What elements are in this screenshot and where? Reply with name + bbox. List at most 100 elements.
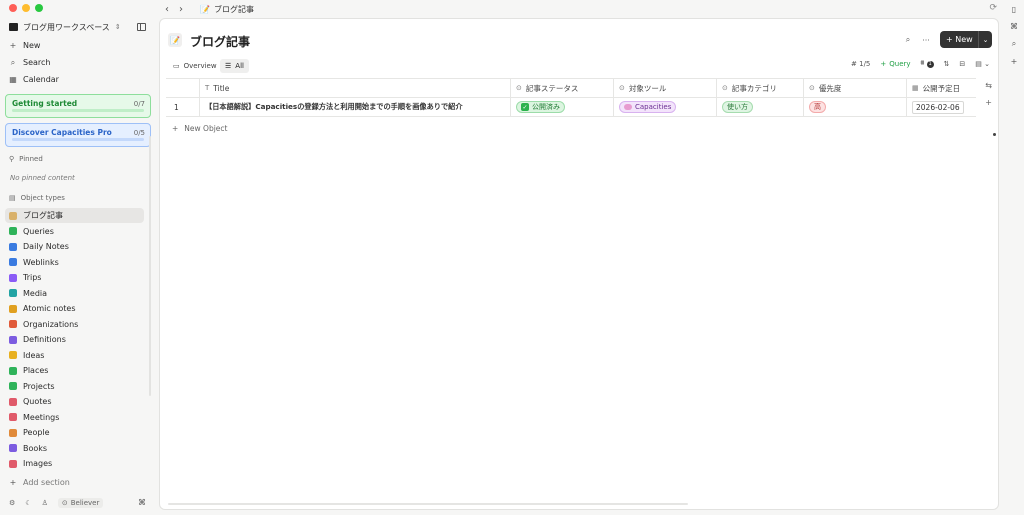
object-types-section-header[interactable]: ▤ Object types: [9, 194, 65, 202]
sidebar-object-type[interactable]: Daily Notes: [5, 239, 144, 254]
link-icon[interactable]: ⌘: [1010, 22, 1018, 31]
sidebar-right-icon[interactable]: ▯: [1012, 5, 1016, 14]
select-type-icon: ⊙: [516, 84, 522, 92]
header-priority[interactable]: ⊙ 優先度: [803, 79, 906, 97]
count-indicator[interactable]: # 1/5: [851, 60, 870, 68]
card-progress-count: 0/7: [133, 100, 145, 108]
sidebar-object-type[interactable]: Media: [5, 286, 144, 301]
back-arrow-icon[interactable]: ‹: [160, 2, 174, 16]
row-priority-cell[interactable]: 高: [803, 98, 906, 116]
pencil-note-icon[interactable]: 📝: [168, 33, 182, 47]
breadcrumb-label: ブログ記事: [213, 4, 254, 14]
sort-icon[interactable]: ⇅: [944, 60, 950, 68]
row-title-cell[interactable]: 【日本語解説】Capacitiesの登録方法と利用開始までの手順を画像ありで紹介: [199, 98, 510, 116]
window-controls: [9, 4, 43, 12]
sidebar-object-type[interactable]: Ideas: [5, 348, 144, 363]
list-icon: ☰: [225, 62, 232, 70]
object-type-icon: [9, 428, 17, 437]
status-badge[interactable]: ✓ 公開済み: [516, 101, 565, 113]
discover-pro-card[interactable]: Discover Capacities Pro 0/5: [5, 123, 151, 147]
sidebar-object-type[interactable]: Atomic notes: [5, 301, 144, 316]
sidebar-item-search[interactable]: ⌕ Search: [5, 55, 144, 70]
sidebar-object-type[interactable]: Projects: [5, 379, 144, 394]
getting-started-card[interactable]: Getting started 0/7: [5, 94, 151, 118]
row-category-cell[interactable]: 使い方: [716, 98, 803, 116]
query-button[interactable]: + Query: [880, 60, 910, 68]
table-row[interactable]: 1 【日本語解説】Capacitiesの登録方法と利用開始までの手順を画像ありで…: [166, 98, 976, 117]
sidebar-object-type[interactable]: Meetings: [5, 410, 144, 425]
object-type-label: Places: [23, 366, 49, 375]
workspace-switcher[interactable]: ブログ用ワークスペース ⇕: [9, 20, 146, 34]
sidebar-object-type[interactable]: Places: [5, 363, 144, 378]
table-header-row: T Title ⊙ 記事ステータス ⊙ 対象ツール ⊙ 記事カテゴリ ⊙ 優先度 ▦ 公開予…: [166, 79, 976, 98]
tool-badge[interactable]: Capacities: [619, 101, 677, 113]
horizontal-scrollbar[interactable]: [168, 503, 688, 505]
header-tool[interactable]: ⊙ 対象ツール: [613, 79, 716, 97]
tab-label: Overview: [183, 62, 217, 70]
adjust-columns-icon[interactable]: ⇆: [985, 81, 992, 90]
object-type-icon: [9, 211, 17, 220]
minimize-window-button[interactable]: [22, 4, 30, 12]
plan-badge[interactable]: ⊙ Believer: [57, 498, 104, 508]
collapse-sidebar-icon[interactable]: [137, 23, 146, 31]
sidebar-object-type[interactable]: Weblinks: [5, 255, 144, 270]
forward-arrow-icon[interactable]: ›: [174, 2, 188, 16]
moon-icon[interactable]: ☾: [25, 499, 31, 507]
settings-icon[interactable]: ⚙: [9, 499, 15, 507]
object-type-icon: [9, 227, 17, 235]
sidebar-object-type[interactable]: Images: [5, 456, 144, 471]
breadcrumb[interactable]: 📝 ブログ記事: [200, 4, 254, 15]
header-status[interactable]: ⊙ 記事ステータス: [510, 79, 613, 97]
no-pinned-message: No pinned content: [10, 174, 75, 182]
add-section-button[interactable]: + Add section: [5, 475, 144, 490]
chevron-down-icon[interactable]: ⌄: [978, 31, 992, 48]
category-badge[interactable]: 使い方: [722, 101, 753, 113]
user-icon[interactable]: ♙: [42, 499, 48, 507]
add-column-icon[interactable]: +: [985, 98, 992, 107]
maximize-window-button[interactable]: [35, 4, 43, 12]
new-object-row-button[interactable]: + New Object: [172, 124, 227, 133]
column-actions: ⇆ +: [985, 81, 992, 107]
object-type-icon: [9, 397, 17, 406]
sidebar-object-type[interactable]: Books: [5, 441, 144, 456]
sidebar-object-type[interactable]: Organizations: [5, 317, 144, 332]
sidebar-object-type[interactable]: ブログ記事: [5, 208, 144, 223]
close-window-button[interactable]: [9, 4, 17, 12]
priority-badge[interactable]: 高: [809, 101, 826, 113]
object-type-label: Quotes: [23, 397, 52, 406]
tab-overview[interactable]: ▭ Overview: [168, 59, 222, 73]
top-bar: ‹ › 📝 ブログ記事: [160, 0, 1000, 18]
sidebar-object-type[interactable]: Definitions: [5, 332, 144, 347]
tab-all[interactable]: ☰ All: [220, 59, 249, 73]
tool-label: Capacities: [635, 103, 672, 111]
new-object-button[interactable]: + New ⌄: [940, 31, 992, 48]
sidebar-item-calendar[interactable]: ▦ Calendar: [5, 72, 144, 87]
row-tool-cell[interactable]: Capacities: [613, 98, 716, 116]
search-icon[interactable]: ⌕: [900, 32, 916, 48]
view-layout-icon[interactable]: ▤ ⌄: [975, 60, 990, 68]
header-category[interactable]: ⊙ 記事カテゴリ: [716, 79, 803, 97]
search-icon[interactable]: ⌕: [1012, 39, 1016, 49]
sync-icon[interactable]: ⟳: [989, 3, 997, 13]
row-status-cell[interactable]: ✓ 公開済み: [510, 98, 613, 116]
pinned-section-header[interactable]: ⚲ Pinned: [9, 155, 43, 163]
sidebar-object-type[interactable]: People: [5, 425, 144, 440]
overview-icon: ▭: [173, 62, 180, 70]
sidebar-item-new[interactable]: + New: [5, 38, 144, 53]
filter-button[interactable]: ⩩ 1: [921, 59, 934, 68]
plus-icon[interactable]: +: [1011, 57, 1018, 66]
sidebar-scrollbar[interactable]: [149, 136, 151, 396]
more-options-icon[interactable]: ···: [918, 32, 934, 48]
object-type-label: Meetings: [23, 412, 60, 422]
pin-icon: ⚲: [9, 155, 15, 163]
publish-date-value[interactable]: 2026-02-06: [912, 100, 964, 114]
group-icon[interactable]: ⊟: [959, 60, 965, 68]
sidebar-object-type[interactable]: Queries: [5, 224, 144, 239]
command-icon[interactable]: ⌘: [138, 498, 146, 507]
sidebar-object-type[interactable]: Quotes: [5, 394, 144, 409]
row-date-cell[interactable]: 2026-02-06: [906, 98, 978, 116]
object-type-icon: [9, 258, 17, 266]
header-publish-date[interactable]: ▦ 公開予定日: [906, 79, 978, 97]
header-title[interactable]: T Title: [199, 79, 510, 97]
sidebar-object-type[interactable]: Trips: [5, 270, 144, 285]
